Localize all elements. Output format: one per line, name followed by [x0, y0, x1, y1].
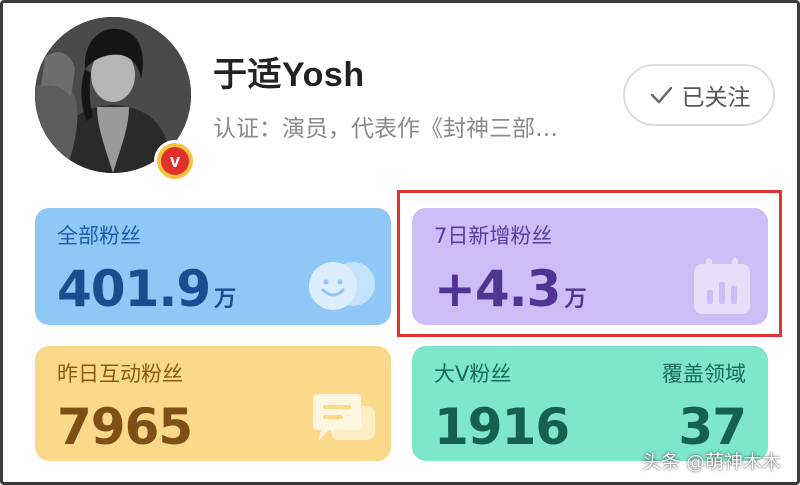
screenshot-frame: v 于适Yosh 认证：演员，代表作《封神三部… 已关注 全部粉丝 401.9 万… [0, 0, 800, 485]
interact-fans-value: 7965 [57, 398, 193, 456]
follow-button-label: 已关注 [681, 85, 751, 111]
interact-fans-label: 昨日互动粉丝 [57, 362, 183, 386]
badge-letter: v [161, 147, 189, 175]
faces-icon [309, 262, 375, 310]
bigv-fans-value: 1916 [434, 398, 570, 456]
total-fans-label: 全部粉丝 [57, 224, 141, 248]
watermark: 头条 @萌神木木 [641, 451, 781, 473]
chat-bubbles-icon [313, 394, 375, 440]
highlight-box [397, 190, 782, 337]
verified-badge-icon: v [154, 140, 196, 182]
total-fans-card[interactable]: 全部粉丝 401.9 万 [35, 208, 391, 325]
total-fans-unit: 万 [214, 287, 237, 312]
profile-name: 于适Yosh [213, 56, 365, 94]
checkmark-icon [650, 86, 672, 104]
total-fans-number: 401.9 [57, 260, 211, 318]
bigv-fans-card[interactable]: 大V粉丝 覆盖领域 1916 37 [412, 346, 768, 461]
coverage-domain-label: 覆盖领域 [662, 362, 746, 386]
follow-button[interactable]: 已关注 [623, 64, 775, 126]
bigv-fans-label: 大V粉丝 [434, 362, 512, 386]
total-fans-value: 401.9 万 [57, 260, 236, 318]
verification-text: 认证：演员，代表作《封神三部… [213, 116, 558, 142]
interact-fans-card[interactable]: 昨日互动粉丝 7965 [35, 346, 391, 461]
